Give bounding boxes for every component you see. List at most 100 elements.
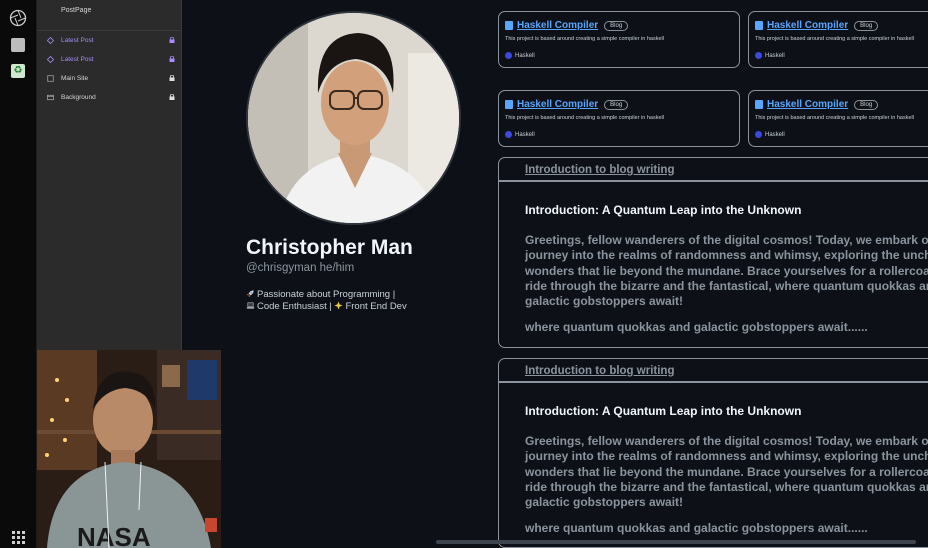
grid-icon (11, 530, 25, 544)
profile-avatar (246, 11, 461, 225)
webcam-video-frame: NASA (37, 350, 221, 548)
language-dot-icon (755, 131, 762, 138)
repo-title-link[interactable]: Haskell Compiler (767, 20, 848, 31)
repo-badge: Blog (604, 99, 629, 110)
sidebar-item-label: Latest Post (61, 55, 94, 63)
page-icon (47, 74, 54, 82)
recycle-icon: ♻ (11, 64, 25, 78)
document-app-button[interactable] (8, 35, 28, 55)
repo-language-label: Haskell (765, 131, 785, 138)
blog-body-line: galactic gobstoppers await! (525, 495, 684, 510)
repo-language: Haskell (755, 131, 785, 138)
repo-book-icon (755, 100, 763, 109)
app-grid-button[interactable] (8, 527, 28, 547)
webcam-feed: NASA (37, 350, 221, 548)
sidebar-item-latest-post[interactable]: Latest Post (47, 33, 175, 47)
repo-card-header: Haskell Compiler Blog (755, 99, 879, 110)
blog-body: Greetings, fellow wanderers of the digit… (525, 233, 928, 309)
repo-title-link[interactable]: Haskell Compiler (767, 99, 848, 110)
repo-card[interactable]: Haskell Compiler Blog This project is ba… (748, 90, 928, 147)
blog-title-link[interactable]: Introduction to blog writing (525, 365, 674, 377)
blog-body-line: ride through the bizarre and the fantast… (525, 278, 928, 293)
sidebar-title: PostPage (61, 7, 92, 14)
lock-icon (169, 94, 175, 100)
window-icon (47, 94, 54, 100)
lock-icon (169, 37, 175, 43)
rocket-icon (246, 290, 254, 298)
bio-line-2: Code Enthusiast | Front End Dev (246, 301, 446, 313)
app-dock: ♻ (0, 0, 37, 548)
profile-photo (248, 13, 459, 223)
repo-badge: Blog (604, 20, 629, 31)
sidebar-item-label: Background (61, 93, 96, 101)
bio-line-1: Passionate about Programming | (246, 289, 446, 301)
repo-description: This project is based around creating a … (755, 115, 914, 121)
app-logo-button[interactable] (8, 8, 28, 28)
repo-description: This project is based around creating a … (505, 36, 664, 42)
blog-body-line: journey into the realms of randomness an… (525, 248, 928, 263)
blog-heading: Introduction: A Quantum Leap into the Un… (525, 404, 802, 418)
bio-text: Front End Dev (345, 301, 407, 312)
blog-body-line: ride through the bizarre and the fantast… (525, 479, 928, 494)
blog-title-link[interactable]: Introduction to blog writing (525, 164, 674, 176)
profile-name: Christopher Man (246, 236, 413, 259)
repo-card[interactable]: Haskell Compiler Blog This project is ba… (748, 11, 928, 68)
blog-card-divider (499, 180, 928, 182)
blog-body-line: galactic gobstoppers await! (525, 294, 684, 309)
blog-heading: Introduction: A Quantum Leap into the Un… (525, 203, 802, 217)
bio-text: Passionate about Programming | (257, 289, 396, 300)
repo-title-link[interactable]: Haskell Compiler (517, 99, 598, 110)
repo-book-icon (505, 21, 513, 30)
repo-card[interactable]: Haskell Compiler Blog This project is ba… (498, 90, 740, 147)
aperture-logo-icon (9, 9, 27, 27)
sidebar-item-label: Latest Post (61, 36, 94, 44)
repo-description: This project is based around creating a … (505, 115, 664, 121)
blog-body-line: wonders that lie beyond the mundane. Bra… (525, 464, 928, 479)
bio-text: Code Enthusiast | (257, 301, 332, 312)
diamond-icon (47, 55, 54, 63)
blog-post-card: Introduction to blog writing Introductio… (498, 358, 928, 548)
svg-text:NASA: NASA (77, 522, 151, 548)
blog-body: Greetings, fellow wanderers of the digit… (525, 434, 928, 510)
repo-badge: Blog (854, 20, 879, 31)
blog-body-line: journey into the realms of randomness an… (525, 449, 928, 464)
repo-language: Haskell (755, 52, 785, 59)
sidebar-item-label: Main Site (61, 74, 89, 82)
lock-icon (169, 56, 175, 62)
repo-book-icon (505, 100, 513, 109)
repo-book-icon (755, 21, 763, 30)
language-dot-icon (505, 52, 512, 59)
language-dot-icon (755, 52, 762, 59)
repo-card-header: Haskell Compiler Blog (755, 20, 879, 31)
diamond-icon (47, 36, 54, 44)
blog-tagline: where quantum quokkas and galactic gobst… (525, 521, 868, 535)
repo-description: This project is based around creating a … (755, 36, 914, 42)
language-dot-icon (505, 131, 512, 138)
blog-tagline: where quantum quokkas and galactic gobst… (525, 320, 868, 334)
recycle-app-button[interactable]: ♻ (8, 61, 28, 81)
blog-card-divider (499, 381, 928, 383)
repo-badge: Blog (854, 99, 879, 110)
sidebar-divider (37, 30, 182, 31)
laptop-icon (246, 302, 255, 309)
blog-body-line: wonders that lie beyond the mundane. Bra… (525, 263, 928, 278)
repo-language: Haskell (505, 131, 535, 138)
repo-card-header: Haskell Compiler Blog (505, 99, 629, 110)
repo-language-label: Haskell (765, 52, 785, 59)
profile-bio: Passionate about Programming | Code Enth… (246, 289, 446, 313)
repo-card[interactable]: Haskell Compiler Blog This project is ba… (498, 11, 740, 68)
lock-icon (169, 75, 175, 81)
repo-language-label: Haskell (515, 52, 535, 59)
sparkle-star-icon (334, 301, 344, 310)
sidebar-item-background[interactable]: Background (47, 90, 175, 104)
blog-body-line: Greetings, fellow wanderers of the digit… (525, 434, 928, 448)
document-icon (11, 38, 25, 52)
sidebar-item-latest-post[interactable]: Latest Post (47, 52, 175, 66)
blog-post-card: Introduction to blog writing Introductio… (498, 157, 928, 348)
repo-card-header: Haskell Compiler Blog (505, 20, 629, 31)
sidebar-item-main-site[interactable]: Main Site (47, 71, 175, 85)
horizontal-scrollbar[interactable] (436, 540, 916, 544)
repo-language: Haskell (505, 52, 535, 59)
repo-title-link[interactable]: Haskell Compiler (517, 20, 598, 31)
blog-body-line: Greetings, fellow wanderers of the digit… (525, 233, 928, 247)
